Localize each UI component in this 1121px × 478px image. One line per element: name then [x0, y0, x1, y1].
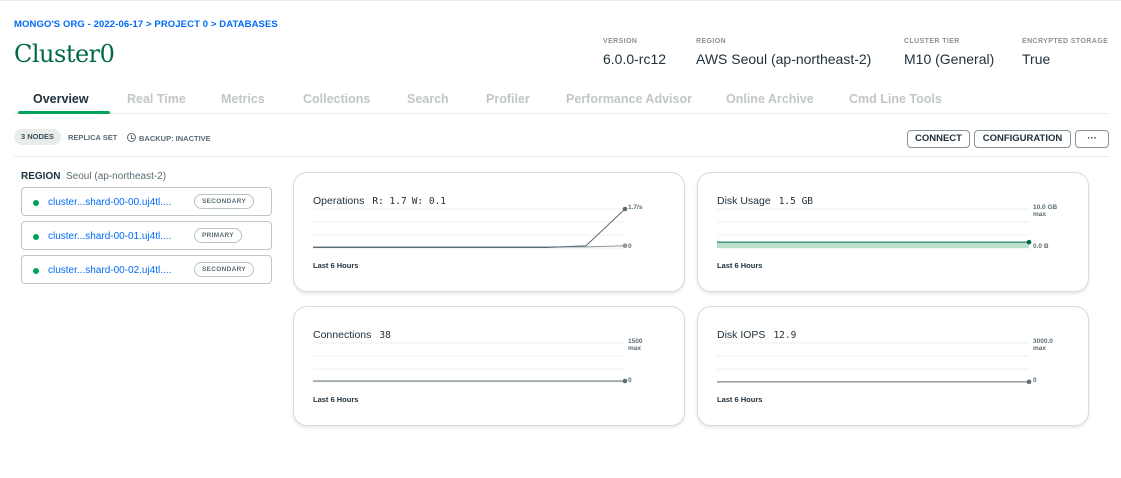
meta-value: True: [1022, 51, 1051, 67]
disk-usage-chart: [717, 208, 1032, 249]
configuration-button[interactable]: CONFIGURATION: [974, 130, 1071, 148]
chart-max-label: 1500 max: [628, 338, 642, 352]
breadcrumb-separator: >: [143, 19, 155, 30]
meta-value: 6.0.0-rc12: [603, 51, 667, 67]
node-role-badge: SECONDARY: [194, 194, 254, 209]
tab-search[interactable]: Search: [407, 92, 449, 106]
node-row[interactable]: cluster...shard-00-01.uj4tl.... PRIMARY: [21, 221, 272, 250]
meta-version: VERSION 6.0.0-rc12: [603, 38, 666, 67]
node-host-link[interactable]: cluster...shard-00-00.uj4tl....: [48, 197, 171, 208]
tab-overview[interactable]: Overview: [33, 92, 89, 106]
card-footer: Last 6 Hours: [717, 395, 763, 404]
breadcrumb-org[interactable]: MONGO'S ORG - 2022-06-17: [14, 19, 143, 30]
nodes-count-badge: 3 NODES: [14, 129, 61, 145]
backup-status-label: BACKUP: INACTIVE: [139, 134, 211, 143]
meta-label: VERSION: [603, 38, 638, 45]
chart-max-value: 3000.0: [1033, 338, 1053, 345]
active-tab-indicator: [18, 111, 110, 114]
top-border: [0, 0, 1121, 1]
connections-chart: [313, 342, 628, 384]
meta-cluster-tier: CLUSTER TIER M10 (General): [904, 38, 994, 67]
chart-min-label: 0: [1033, 377, 1037, 384]
chart-max-label: 1.7/s: [628, 204, 643, 211]
meta-value: M10 (General): [904, 51, 995, 67]
chart-max-label: 10.0 GB max: [1033, 204, 1057, 218]
chart-max-label: 3000.0 max: [1033, 338, 1053, 352]
reads-series-line-end-point: [622, 206, 628, 212]
tab-real-time[interactable]: Real Time: [127, 92, 186, 106]
node-row[interactable]: cluster...shard-00-00.uj4tl.... SECONDAR…: [21, 187, 272, 216]
node-role-badge: PRIMARY: [194, 228, 242, 243]
node-host-link[interactable]: cluster...shard-00-02.uj4tl....: [48, 265, 171, 276]
chart-max-suffix: max: [1033, 211, 1047, 218]
chart-max-value: 1500: [628, 338, 643, 345]
meta-region: REGION AWS Seoul (ap-northeast-2): [696, 38, 871, 67]
writes-series-line-end-point: [622, 243, 628, 249]
disk-iops-series-line-end-point: [1026, 379, 1032, 385]
reads-series-line: [313, 208, 626, 249]
breadcrumb: MONGO'S ORG - 2022-06-17 > PROJECT 0 > D…: [14, 19, 278, 30]
replica-set-label: REPLICA SET: [68, 133, 118, 142]
chart-min-label: 0.0 B: [1033, 243, 1049, 250]
meta-label: ENCRYPTED STORAGE: [1022, 38, 1109, 45]
connections-card[interactable]: Connections 38 1500 max 0 Last 6 Hours: [293, 306, 685, 426]
operations-chart: [313, 206, 628, 249]
card-footer: Last 6 Hours: [717, 261, 763, 270]
disk-usage-card[interactable]: Disk Usage 1.5 GB 10.0 GB max 0.0 B Last 6…: [697, 172, 1089, 292]
meta-value: AWS Seoul (ap-northeast-2): [696, 51, 872, 67]
operations-card[interactable]: Operations R: 1.7 W: 0.1 1.7/s 0 Last 6 Ho…: [293, 172, 685, 292]
card-footer: Last 6 Hours: [313, 395, 359, 404]
chart-max-suffix: max: [628, 345, 642, 352]
tab-bar: Overview Real Time Metrics Collections S…: [14, 92, 1109, 114]
meta-encrypted-storage: ENCRYPTED STORAGE True: [1022, 38, 1108, 67]
tab-performance-advisor[interactable]: Performance Advisor: [566, 92, 692, 106]
connections-series-line-end-point: [622, 378, 628, 384]
connect-button[interactable]: CONNECT: [907, 130, 970, 148]
node-status-dot: [33, 268, 39, 274]
region-value: Seoul (ap-northeast-2): [66, 171, 167, 182]
tab-profiler[interactable]: Profiler: [486, 92, 530, 106]
region-label: REGION: [21, 171, 61, 182]
node-role-badge: SECONDARY: [194, 262, 254, 277]
chart-max-suffix: max: [1033, 345, 1047, 352]
region-header: REGION Seoul (ap-northeast-2): [21, 171, 166, 182]
disk-usage-series-line-end-point: [1026, 239, 1032, 245]
tab-cmd-line-tools[interactable]: Cmd Line Tools: [849, 92, 942, 106]
chart-max-value: 10.0 GB: [1033, 204, 1058, 211]
backup-status: BACKUP: INACTIVE: [127, 133, 211, 143]
meta-label: CLUSTER TIER: [904, 38, 960, 45]
node-status-dot: [33, 200, 39, 206]
page-title: Cluster0: [14, 40, 115, 68]
tab-collections[interactable]: Collections: [303, 92, 370, 106]
disk-iops-card[interactable]: Disk IOPS 12.9 3000.0 max 0 Last 6 Hours: [697, 306, 1089, 426]
chart-min-label: 0: [628, 243, 632, 250]
tab-metrics[interactable]: Metrics: [221, 92, 265, 106]
node-host-link[interactable]: cluster...shard-00-01.uj4tl....: [48, 231, 171, 242]
breadcrumb-separator: >: [208, 19, 220, 30]
clock-icon: [127, 133, 136, 142]
meta-label: REGION: [696, 38, 727, 45]
disk-usage-series-line-area: [717, 242, 1029, 248]
divider: [14, 156, 1109, 157]
breadcrumb-databases[interactable]: DATABASES: [219, 19, 278, 30]
more-options-button[interactable]: ···: [1075, 130, 1109, 148]
node-status-dot: [33, 234, 39, 240]
tab-online-archive[interactable]: Online Archive: [726, 92, 814, 106]
chart-min-label: 0: [628, 377, 632, 384]
breadcrumb-project[interactable]: PROJECT 0: [154, 19, 208, 30]
disk-iops-chart: [716, 342, 1032, 385]
node-row[interactable]: cluster...shard-00-02.uj4tl.... SECONDAR…: [21, 255, 272, 284]
card-footer: Last 6 Hours: [313, 261, 359, 270]
